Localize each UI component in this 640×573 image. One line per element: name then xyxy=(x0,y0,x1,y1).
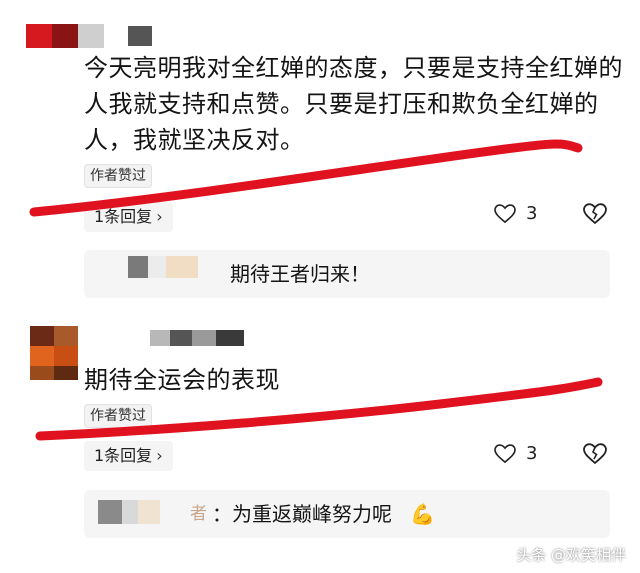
author-liked-badge: 作者赞过 xyxy=(84,164,152,188)
like-count: 3 xyxy=(526,203,538,224)
chevron-right-icon: › xyxy=(156,207,163,226)
like-count: 3 xyxy=(526,443,538,464)
comment-line: 今天亮明我对全红婵的态度，只要是支持全红婵的 xyxy=(84,54,623,82)
reply-text: ：为重返巅峰努力呢 xyxy=(212,502,392,526)
like-button[interactable]: 3 xyxy=(494,203,537,224)
reply-preview[interactable]: 期待王者归来！ xyxy=(84,250,610,298)
dislike-button[interactable] xyxy=(583,443,607,465)
username-blurred xyxy=(150,330,244,346)
reply-count: 1条回复 xyxy=(94,207,153,226)
watermark: 头条 @欢笑相伴 xyxy=(516,546,626,564)
reply-author-blurred xyxy=(98,500,160,524)
reply-preview[interactable]: 者 ：为重返巅峰努力呢 💪 xyxy=(84,490,610,538)
broken-heart-icon xyxy=(583,203,607,225)
broken-heart-icon xyxy=(583,443,607,465)
comment-line: 人我就支持和点赞。只要是打压和欺负全红婵的 xyxy=(84,90,599,118)
reply-author-blurred xyxy=(128,256,198,278)
comment-line: 人，我就坚决反对。 xyxy=(84,126,305,154)
username-blurred xyxy=(128,26,152,46)
comment-text: 期待全运会的表现 xyxy=(84,362,280,398)
view-replies-button[interactable]: 1条回复 › xyxy=(84,441,173,471)
comment-text: 今天亮明我对全红婵的态度，只要是支持全红婵的 人我就支持和点赞。只要是打压和欺负… xyxy=(84,50,623,158)
flexed-bicep-emoji: 💪 xyxy=(410,502,435,526)
reply-count: 1条回复 xyxy=(94,446,153,465)
chevron-right-icon: › xyxy=(156,446,163,465)
avatar-blurred xyxy=(26,24,104,48)
comment-line: 期待全运会的表现 xyxy=(84,366,280,394)
dislike-button[interactable] xyxy=(583,203,607,225)
heart-icon xyxy=(494,443,516,464)
author-liked-badge: 作者赞过 xyxy=(84,404,152,428)
avatar-blurred xyxy=(30,326,78,380)
like-button[interactable]: 3 xyxy=(494,443,537,464)
reply-author: 者 xyxy=(190,504,207,524)
view-replies-button[interactable]: 1条回复 › xyxy=(84,202,173,232)
reply-text: 期待王者归来！ xyxy=(230,262,370,286)
heart-icon xyxy=(494,203,516,224)
